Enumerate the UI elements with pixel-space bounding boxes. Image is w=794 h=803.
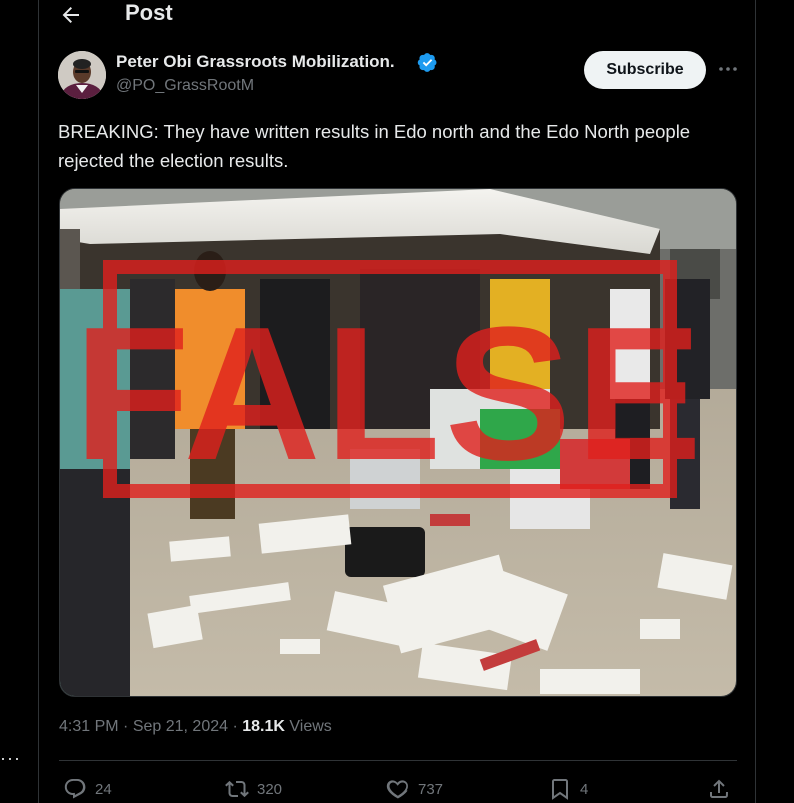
- post-column: Post Peter Obi Grassroots Mobilization. …: [38, 0, 756, 803]
- views-label: Views: [284, 718, 332, 735]
- like-button[interactable]: 737: [386, 776, 443, 802]
- post-text: BREAKING: They have written results in E…: [58, 121, 691, 171]
- share-icon: [710, 779, 728, 798]
- divider: [59, 760, 737, 761]
- post-time[interactable]: 4:31 PM: [59, 718, 119, 735]
- bookmark-count: 4: [580, 780, 589, 798]
- avatar[interactable]: [58, 51, 106, 99]
- like-count: 737: [418, 780, 444, 798]
- more-menu-dots[interactable]: ···: [0, 748, 21, 769]
- repost-count: 320: [257, 780, 283, 798]
- meta-separator: ·: [118, 718, 133, 735]
- reply-count: 24: [95, 780, 112, 798]
- share-button[interactable]: [707, 776, 739, 802]
- verified-badge-icon: [417, 52, 438, 73]
- repost-button[interactable]: 320: [225, 776, 282, 802]
- reply-button[interactable]: 24: [63, 776, 112, 802]
- author-name[interactable]: Peter Obi Grassroots Mobilization.: [116, 52, 395, 72]
- post-meta: 4:31 PM · Sep 21, 2024 · 18.1K Views: [59, 718, 332, 736]
- more-options-icon[interactable]: [717, 58, 739, 80]
- page-title: Post: [125, 0, 173, 25]
- post-header: Post: [39, 0, 755, 30]
- bookmark-button[interactable]: 4: [548, 776, 588, 802]
- heart-icon: [386, 780, 408, 799]
- back-arrow-icon[interactable]: [59, 3, 83, 27]
- false-stamp-text: FALSE: [74, 288, 706, 500]
- bookmark-icon: [552, 779, 568, 800]
- post-date[interactable]: Sep 21, 2024: [133, 718, 228, 735]
- repost-icon: [225, 780, 249, 798]
- subscribe-button[interactable]: Subscribe: [584, 51, 706, 89]
- author-handle[interactable]: @PO_GrassRootM: [116, 77, 254, 95]
- post-image[interactable]: FALSE: [59, 188, 737, 697]
- meta-separator-2: ·: [228, 718, 243, 735]
- views-count: 18.1K: [242, 718, 285, 735]
- reply-icon: [64, 779, 86, 799]
